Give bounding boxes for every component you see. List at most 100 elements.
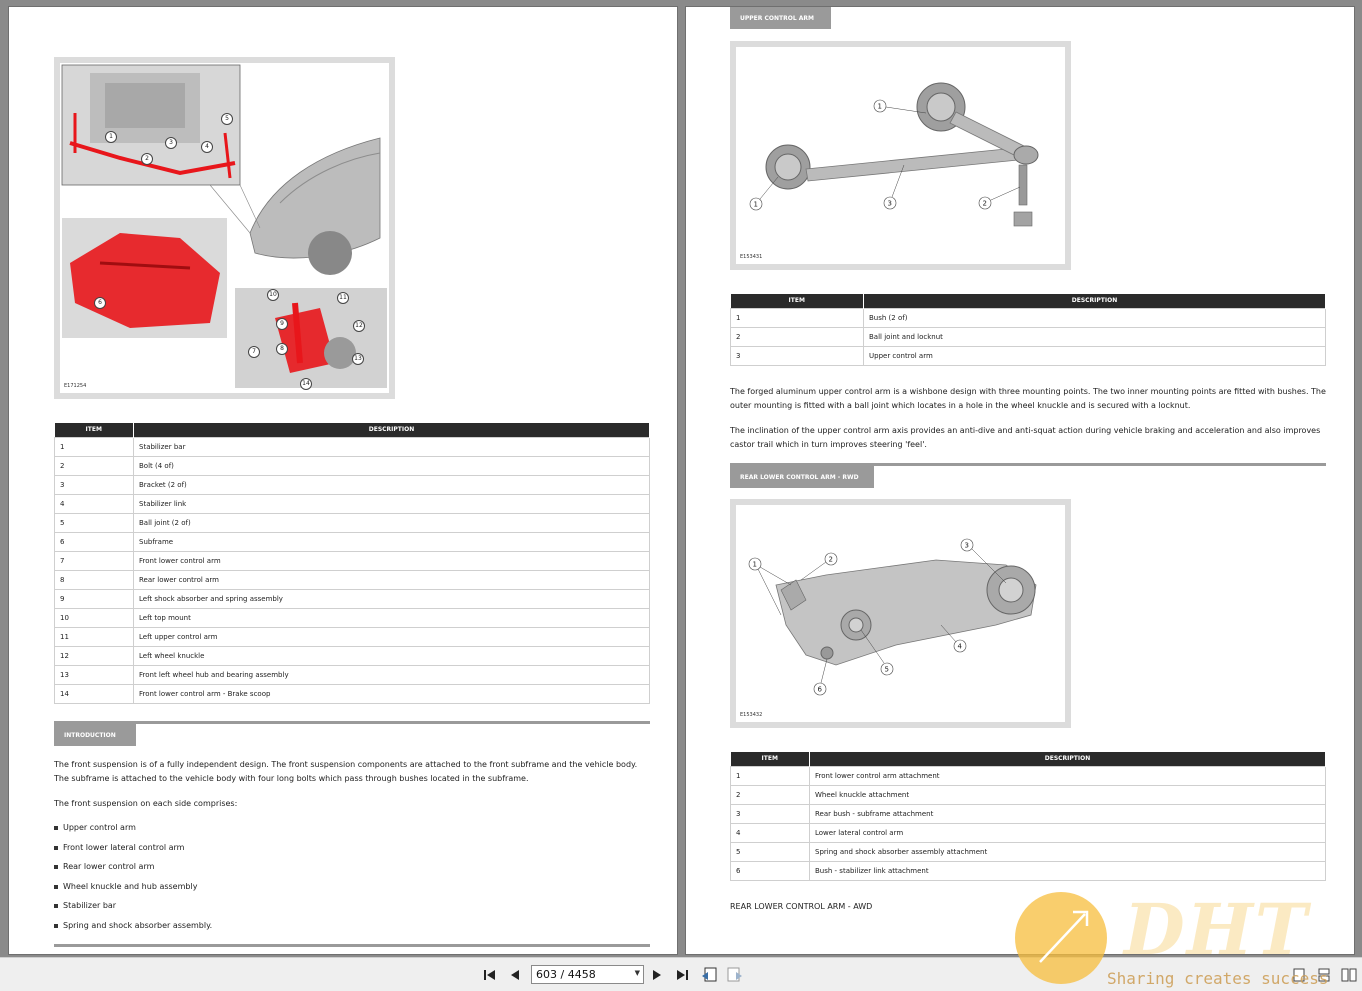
table-row: 11 Left upper control arm (54, 626, 650, 647)
table-cell-description: Stabilizer link (133, 493, 650, 514)
table-cell-description: Rear bush - subframe attachment (809, 803, 1326, 824)
last-page-icon (677, 970, 688, 980)
table-cell-item: 10 (54, 607, 134, 628)
component-list: Upper control arm Front lower lateral con… (54, 823, 212, 940)
table-row: 8 Rear lower control arm (54, 569, 650, 590)
table-cell-item: 3 (54, 474, 134, 495)
table-cell-description: Bush - stabilizer link attachment (809, 860, 1326, 881)
previous-view-icon (702, 967, 717, 982)
page-indicator: 603 / 4458 (536, 968, 596, 981)
table-cell-description: Front left wheel hub and bearing assembl… (133, 664, 650, 685)
table-row: 2 Wheel knuckle attachment (730, 784, 1326, 805)
list-item: Spring and shock absorber assembly. (54, 921, 212, 941)
comprises-text: The front suspension on each side compri… (54, 799, 238, 808)
table-cell-description: Rear lower control arm (133, 569, 650, 590)
table-cell-description: Subframe (133, 531, 650, 552)
list-item: Upper control arm (54, 823, 212, 843)
section-rule (54, 721, 650, 724)
table-cell-description: Front lower control arm (133, 550, 650, 571)
figure-code-upper: E153431 (740, 254, 763, 260)
callout-3: 3 (165, 137, 177, 149)
table-cell-item: 1 (730, 307, 864, 328)
single-page-button[interactable] (1290, 966, 1308, 984)
table-header-item: ITEM (730, 294, 864, 308)
table-header-item: ITEM (730, 752, 810, 766)
table-row: 6 Bush - stabilizer link attachment (730, 860, 1326, 881)
table-cell-item: 8 (54, 569, 134, 590)
table-cell-item: 7 (54, 550, 134, 571)
table-cell-item: 2 (730, 784, 810, 805)
callout-12: 12 (353, 320, 365, 332)
rear-lower-control-arm-illustration: 1 2 3 4 5 6 (748, 538, 1037, 696)
table-row: 1 Front lower control arm attachment (730, 765, 1326, 786)
table-row: 7 Front lower control arm (54, 550, 650, 571)
table-header-description: DESCRIPTION (863, 294, 1326, 308)
next-view-button[interactable] (726, 966, 744, 984)
callout-9: 9 (276, 318, 288, 330)
table-row: 5 Spring and shock absorber assembly atta… (730, 841, 1326, 862)
table-row: 14 Front lower control arm - Brake scoop (54, 683, 650, 704)
table-row: 3 Bracket (2 of) (54, 474, 650, 495)
table-cell-description: Bush (2 of) (863, 307, 1326, 328)
table-cell-item: 6 (730, 860, 810, 881)
continuous-button[interactable] (1315, 966, 1333, 984)
single-page-icon (1293, 968, 1305, 982)
previous-page-button[interactable] (506, 966, 524, 984)
callout-10: 10 (267, 289, 279, 301)
table-cell-description: Left wheel knuckle (133, 645, 650, 666)
section-rule-bottom (54, 944, 650, 947)
callout-11: 11 (337, 292, 349, 304)
table-row: 4 Stabilizer link (54, 493, 650, 514)
table-row: 2 Ball joint and locknut (730, 326, 1326, 347)
callout-6: 6 (94, 297, 106, 309)
section-title-rear-lower-control-arm: REAR LOWER CONTROL ARM - RWD (730, 466, 874, 488)
upper-control-arm-illustration: 1 1 3 2 (749, 82, 1039, 227)
continuous-icon (1318, 968, 1330, 982)
table-row: 2 Bolt (4 of) (54, 455, 650, 476)
section-title-introduction: INTRODUCTION (54, 724, 136, 746)
svg-text:1: 1 (878, 103, 882, 111)
upper-arm-paragraph-1: The forged aluminum upper control arm is… (730, 387, 1326, 410)
callout-1: 1 (105, 131, 117, 143)
table-cell-description: Stabilizer bar (133, 436, 650, 457)
document-page-right: UPPER CONTROL ARM 1 1 3 2 E153431 ITEM D… (685, 6, 1355, 955)
previous-view-button[interactable] (700, 966, 718, 984)
document-page-left: E171254 1 2 3 4 5 6 7 8 9 10 11 12 13 14 ITEM DESCRIP… (8, 6, 678, 955)
chevron-down-icon[interactable]: ▼ (635, 969, 640, 977)
table-cell-item: 2 (54, 455, 134, 476)
svg-text:6: 6 (818, 686, 823, 694)
table-cell-item: 6 (54, 531, 134, 552)
table-header-description: DESCRIPTION (133, 423, 650, 437)
table-cell-description: Wheel knuckle attachment (809, 784, 1326, 805)
section-title-upper-control-arm: UPPER CONTROL ARM (730, 7, 831, 29)
table-row: 1 Bush (2 of) (730, 307, 1326, 328)
table-cell-description: Lower lateral control arm (809, 822, 1326, 843)
table-cell-description: Front lower control arm - Brake scoop (133, 683, 650, 704)
page-number-field[interactable]: 603 / 4458 ▼ (531, 965, 644, 984)
svg-text:3: 3 (888, 200, 892, 208)
table-cell-description: Bolt (4 of) (133, 455, 650, 476)
table-row: 10 Left top mount (54, 607, 650, 628)
facing-pages-button[interactable] (1340, 966, 1358, 984)
table-row: 6 Subframe (54, 531, 650, 552)
upper-arm-table: ITEM DESCRIPTION 1 Bush (2 of) 2 Ball joint… (730, 294, 1326, 366)
table-row: 12 Left wheel knuckle (54, 645, 650, 666)
table-cell-item: 1 (54, 436, 134, 457)
table-row: 1 Stabilizer bar (54, 436, 650, 457)
table-cell-description: Spring and shock absorber assembly attac… (809, 841, 1326, 862)
callout-8: 8 (276, 343, 288, 355)
table-cell-item: 3 (730, 345, 864, 366)
last-page-button[interactable] (673, 966, 691, 984)
first-page-icon (484, 970, 495, 980)
next-page-button[interactable] (648, 966, 666, 984)
table-cell-item: 12 (54, 645, 134, 666)
figure-code-rear: E153432 (740, 712, 763, 718)
table-cell-description: Left shock absorber and spring assembly (133, 588, 650, 609)
front-suspension-figure: E171254 1 2 3 4 5 6 7 8 9 10 11 12 13 14 (54, 57, 395, 399)
list-item: Front lower lateral control arm (54, 843, 212, 863)
first-page-button[interactable] (481, 966, 499, 984)
callout-13: 13 (352, 353, 364, 365)
table-cell-item: 2 (730, 326, 864, 347)
table-cell-description: Left top mount (133, 607, 650, 628)
table-cell-item: 13 (54, 664, 134, 685)
